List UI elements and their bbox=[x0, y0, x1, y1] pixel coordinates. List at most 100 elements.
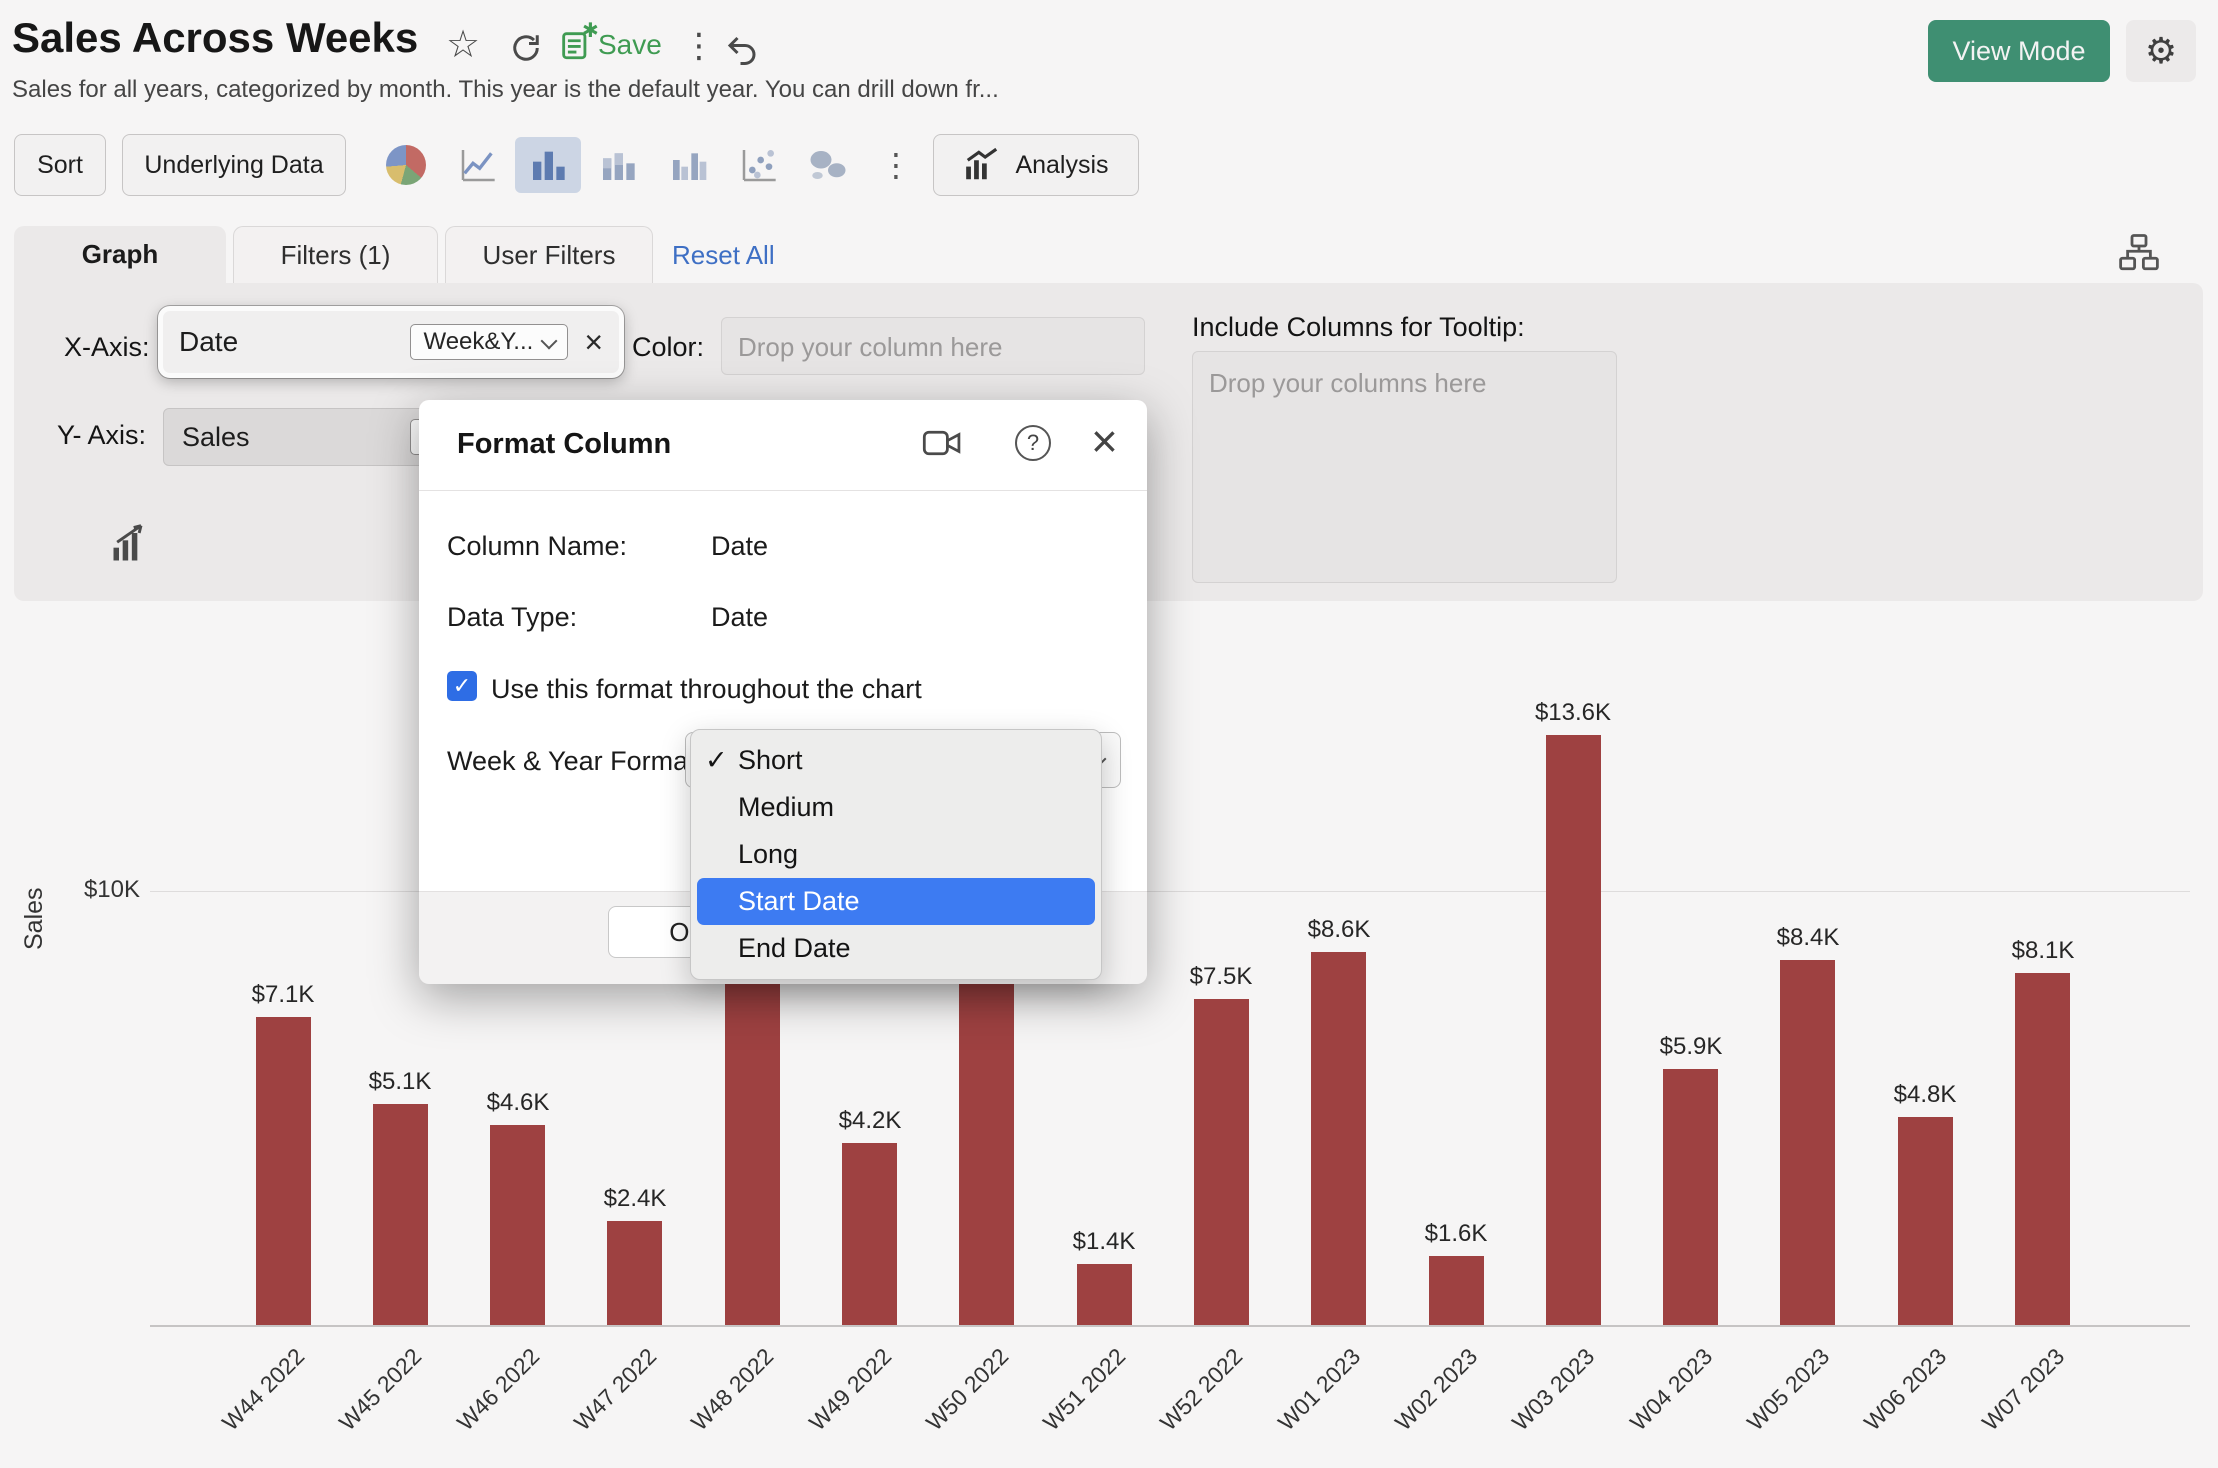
x-tick-label: W45 2022 bbox=[302, 1343, 427, 1468]
dialog-close-icon[interactable]: × bbox=[1091, 414, 1118, 468]
settings-gear-button[interactable]: ⚙ bbox=[2126, 20, 2196, 82]
bar-w01-2023[interactable] bbox=[1311, 952, 1366, 1325]
format-field-label: Week & Year Format: bbox=[447, 746, 703, 777]
format-column-dialog: Format Column ? × Column Name: Date Data… bbox=[419, 400, 1147, 983]
hierarchy-icon[interactable] bbox=[2118, 232, 2160, 274]
y-axis-label: Y- Axis: bbox=[57, 420, 146, 451]
x-axis-column-name: Date bbox=[179, 326, 238, 358]
bar-w06-2023[interactable] bbox=[1898, 1117, 1953, 1325]
underlying-data-button[interactable]: Underlying Data bbox=[122, 134, 346, 196]
save-label: Save bbox=[598, 29, 662, 61]
data-type-value: Date bbox=[711, 602, 768, 633]
bar-w07-2023[interactable] bbox=[2015, 973, 2070, 1325]
page-title: Sales Across Weeks bbox=[12, 14, 418, 62]
bar-value-label: $4.2K bbox=[790, 1107, 950, 1135]
use-format-label: Use this format throughout the chart bbox=[491, 674, 922, 705]
bar-w46-2022[interactable] bbox=[490, 1125, 545, 1325]
bar-value-label: $8.1K bbox=[1963, 937, 2123, 965]
scatter-chart-icon[interactable] bbox=[737, 143, 781, 187]
column-name-value: Date bbox=[711, 531, 768, 562]
bar-value-label: $1.6K bbox=[1376, 1220, 1536, 1248]
unsaved-asterisk-icon: ✱ bbox=[582, 18, 599, 43]
dropdown-option-short[interactable]: ✓Short bbox=[691, 737, 1101, 784]
x-tick-label: W47 2022 bbox=[537, 1343, 662, 1468]
bar-value-label: $7.1K bbox=[203, 981, 363, 1009]
x-axis-baseline bbox=[150, 1325, 2190, 1327]
bar-value-label: $4.8K bbox=[1845, 1081, 2005, 1109]
x-tick-label: W52 2022 bbox=[1123, 1343, 1248, 1468]
bar-w47-2022[interactable] bbox=[607, 1221, 662, 1325]
help-icon[interactable]: ? bbox=[1015, 425, 1051, 461]
bar-w52-2022[interactable] bbox=[1194, 999, 1249, 1325]
video-tutorial-icon[interactable] bbox=[922, 426, 962, 460]
column-name-label: Column Name: bbox=[447, 531, 627, 562]
more-chart-types-icon[interactable]: ⋮ bbox=[880, 146, 912, 184]
line-chart-icon[interactable] bbox=[456, 143, 500, 187]
x-tick-label: W51 2022 bbox=[1006, 1343, 1131, 1468]
tab-graph[interactable]: Graph bbox=[14, 226, 226, 283]
dropdown-option-end-date[interactable]: End Date bbox=[691, 925, 1101, 972]
bar-value-label: $7.5K bbox=[1141, 963, 1301, 991]
chevron-down-icon bbox=[541, 332, 558, 349]
x-tick-label: W46 2022 bbox=[420, 1343, 545, 1468]
color-label: Color: bbox=[632, 332, 704, 363]
bar-w45-2022[interactable] bbox=[373, 1104, 428, 1325]
clustered-bar-chart-icon[interactable] bbox=[666, 143, 710, 187]
analytics-app: Sales Across Weeks ☆ ✱ Save ⋮ View Mode … bbox=[0, 0, 2218, 1456]
bar-value-label: $13.6K bbox=[1493, 699, 1653, 727]
bar-w05-2023[interactable] bbox=[1780, 960, 1835, 1325]
bar-w03-2023[interactable] bbox=[1546, 735, 1601, 1325]
x-tick-label: W02 2023 bbox=[1358, 1343, 1483, 1468]
use-format-checkbox[interactable]: ✓ bbox=[447, 671, 477, 701]
map-chart-icon[interactable] bbox=[806, 143, 850, 187]
sort-button[interactable]: Sort bbox=[14, 134, 106, 196]
bar-value-label: $8.4K bbox=[1728, 924, 1888, 952]
bar-w49-2022[interactable] bbox=[842, 1143, 897, 1325]
x-axis-label: X-Axis: bbox=[64, 332, 150, 363]
y-tick-label: $10K bbox=[60, 876, 140, 904]
bar-value-label: $8.6K bbox=[1259, 916, 1419, 944]
analysis-icon bbox=[963, 146, 1001, 184]
dropdown-option-medium[interactable]: Medium bbox=[691, 784, 1101, 831]
view-mode-button[interactable]: View Mode bbox=[1928, 20, 2110, 82]
x-tick-label: W07 2023 bbox=[1945, 1343, 2070, 1468]
stacked-bar-chart-icon[interactable] bbox=[596, 143, 640, 187]
more-options-icon[interactable]: ⋮ bbox=[682, 26, 716, 66]
color-dropzone[interactable]: Drop your column here bbox=[721, 317, 1145, 375]
bar-value-label: $2.4K bbox=[555, 1185, 715, 1213]
x-tick-label: W03 2023 bbox=[1475, 1343, 1600, 1468]
x-tick-label: W50 2022 bbox=[889, 1343, 1014, 1468]
format-dropdown-menu: ✓ShortMediumLongStart DateEnd Date bbox=[690, 729, 1102, 980]
selected-check-icon: ✓ bbox=[705, 737, 728, 784]
bar-w44-2022[interactable] bbox=[256, 1017, 311, 1325]
bar-chart-icon-selected[interactable] bbox=[515, 137, 581, 193]
bar-w51-2022[interactable] bbox=[1077, 1264, 1132, 1325]
refresh-icon[interactable] bbox=[508, 30, 544, 66]
bar-w02-2023[interactable] bbox=[1429, 1256, 1484, 1325]
axis-settings-icon[interactable] bbox=[108, 522, 152, 566]
bar-value-label: $4.6K bbox=[438, 1089, 598, 1117]
x-tick-label: W04 2023 bbox=[1593, 1343, 1718, 1468]
dropdown-option-start-date[interactable]: Start Date bbox=[697, 878, 1095, 925]
x-tick-label: W01 2023 bbox=[1241, 1343, 1366, 1468]
bar-value-label: $5.9K bbox=[1611, 1033, 1771, 1061]
pie-chart-icon[interactable] bbox=[384, 143, 428, 187]
dialog-divider bbox=[419, 490, 1147, 491]
x-axis-field[interactable]: Date Week&Y... × bbox=[158, 306, 624, 378]
remove-column-icon[interactable]: × bbox=[584, 324, 603, 361]
bar-w04-2023[interactable] bbox=[1663, 1069, 1718, 1325]
tab-filters[interactable]: Filters (1) bbox=[233, 226, 438, 283]
x-tick-label: W05 2023 bbox=[1710, 1343, 1835, 1468]
undo-icon[interactable] bbox=[724, 32, 760, 68]
y-axis-title: Sales bbox=[20, 887, 49, 950]
analysis-button[interactable]: Analysis bbox=[933, 134, 1139, 196]
favorite-star-icon[interactable]: ☆ bbox=[446, 22, 480, 67]
dialog-title: Format Column bbox=[457, 428, 671, 461]
tab-user-filters[interactable]: User Filters bbox=[445, 226, 653, 283]
tooltip-dropzone[interactable]: Drop your columns here bbox=[1192, 351, 1617, 583]
x-axis-format-chip[interactable]: Week&Y... bbox=[410, 324, 568, 360]
x-tick-label: W06 2023 bbox=[1827, 1343, 1952, 1468]
dropdown-option-long[interactable]: Long bbox=[691, 831, 1101, 878]
x-tick-label: W49 2022 bbox=[772, 1343, 897, 1468]
reset-all-link[interactable]: Reset All bbox=[672, 240, 775, 271]
